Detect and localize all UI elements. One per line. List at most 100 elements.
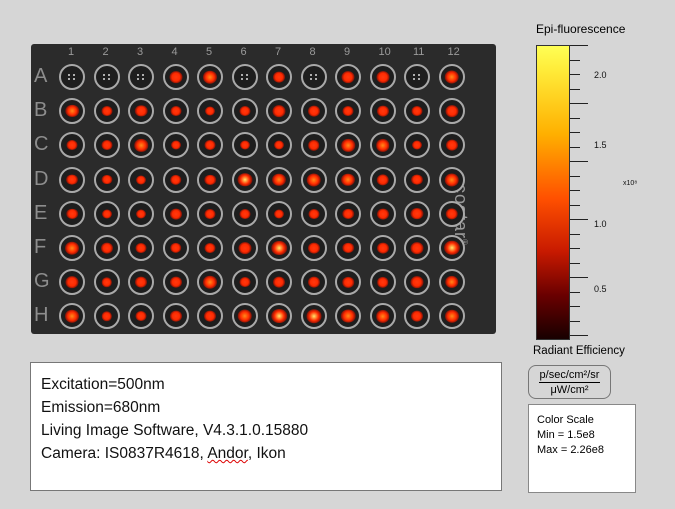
colorbar-tick: [570, 190, 580, 191]
well-D9: [335, 166, 361, 193]
well-G11: [404, 269, 430, 296]
fluorescence-spot: [341, 71, 355, 83]
fluorescence-spot: [135, 311, 147, 322]
column-label-6: 6: [240, 46, 247, 58]
well-D11: [404, 166, 430, 193]
row-label-E: E: [34, 201, 48, 224]
well-E12: [438, 200, 465, 227]
fluorescence-spot: [204, 310, 216, 322]
fluorescence-spot: [445, 139, 458, 151]
well-G3: [128, 269, 154, 296]
fluorescence-spot: [101, 277, 112, 287]
well-G5: [197, 269, 223, 296]
colorbar-tick: [570, 175, 580, 177]
colorbar-tick: [570, 277, 588, 278]
fluorescence-spot: [375, 310, 390, 323]
well-H2: [93, 303, 120, 330]
fluorescence-spot: [342, 106, 354, 117]
well-E2: [93, 200, 120, 227]
well-G4: [162, 269, 189, 296]
well-B9: [335, 98, 361, 125]
well-F1: [59, 235, 85, 261]
fluorescence-spot: [169, 276, 182, 288]
well-E3: [128, 200, 154, 227]
well-G10: [369, 269, 396, 296]
well-H3: [128, 303, 154, 330]
fluorescence-spot: [306, 309, 321, 324]
tick-label-1.0: 1.0: [594, 219, 607, 229]
scale-exponent: x10⁸: [623, 180, 638, 187]
well-A6: [231, 64, 258, 90]
well-C8: [300, 132, 327, 159]
well-H8: [300, 303, 327, 330]
well-A1: [59, 64, 85, 90]
well-G2: [93, 269, 120, 296]
fluorescence-spot: [410, 276, 424, 289]
well-H4: [162, 303, 189, 330]
fluorescence-spot: [444, 276, 459, 289]
fluorescence-spot: [101, 106, 112, 117]
fluorescence-spot: [237, 309, 252, 323]
well-B3: [128, 98, 154, 125]
colorbar-tick: [570, 291, 580, 293]
colorbar-tick: [570, 320, 580, 322]
well-C10: [369, 132, 396, 159]
column-label-8: 8: [309, 46, 316, 58]
fluorescence-spot: [273, 276, 285, 288]
well-C2: [93, 132, 120, 159]
well-F4: [162, 235, 189, 261]
fluorescence-spot: [101, 174, 112, 185]
fluorescence-spot: [376, 242, 389, 254]
column-label-1: 1: [68, 46, 75, 58]
well-A12: [438, 64, 465, 90]
fluorescence-spot: [411, 106, 423, 117]
fluorescence-spot: [307, 242, 320, 254]
software-text: Living Image Software, V4.3.1.0.15880: [41, 422, 309, 439]
fluorescence-spot: [444, 310, 459, 323]
well-C6: [231, 132, 258, 159]
fluorescence-spot: [169, 71, 182, 83]
fluorescence-spot: [410, 207, 424, 220]
fluorescence-spot: [444, 173, 459, 187]
fluorescence-spot: [444, 70, 459, 84]
well-F6: [231, 235, 258, 261]
well-G1: [59, 269, 85, 296]
fluorescence-spot: [203, 70, 217, 84]
emission-text: Emission=680nm: [41, 399, 161, 416]
well-E5: [197, 200, 223, 227]
well-D12: [438, 166, 465, 193]
fluorescence-spot: [239, 106, 250, 117]
fluorescence-spot: [272, 173, 286, 186]
fluorescence-spot: [65, 276, 79, 289]
well-E7: [266, 200, 292, 227]
fluorescence-spot: [169, 208, 182, 220]
fluorescence-spot: [66, 174, 78, 185]
colorbar-tick: [570, 233, 580, 235]
well-D8: [300, 166, 327, 193]
well-D1: [59, 166, 85, 193]
units-box: p/sec/cm²/sr μW/cm²: [528, 365, 611, 399]
well-A3: [128, 64, 154, 90]
fluorescence-spot: [204, 208, 216, 219]
fluorescence-spot: [204, 174, 216, 185]
fluorescence-spot: [376, 277, 389, 288]
fluorescence-spot: [204, 243, 216, 253]
camera-text: Camera: IS0837R4618, Andor, Ikon: [41, 445, 286, 462]
well-A8: [300, 64, 327, 90]
fluorescence-spot: [376, 71, 389, 83]
well-B10: [369, 98, 396, 125]
well-A9: [335, 64, 361, 90]
well-plate-image: costar® 123456789101112ABCDEFGH: [31, 44, 496, 334]
colorbar-tick: [570, 132, 580, 133]
fluorescence-spot: [238, 242, 251, 254]
fluorescence-spot: [272, 105, 286, 118]
colorbar-tick: [570, 146, 580, 148]
well-H7: [266, 303, 292, 330]
fluorescence-spot: [66, 140, 78, 151]
color-scale-box: Color Scale Min = 1.5e8 Max = 2.26e8: [528, 404, 636, 493]
fluorescence-spot: [342, 242, 354, 254]
fluorescence-spot: [136, 175, 146, 185]
colorbar-tick: [570, 88, 580, 90]
fluorescence-spot: [443, 240, 460, 256]
well-B11: [404, 98, 430, 125]
